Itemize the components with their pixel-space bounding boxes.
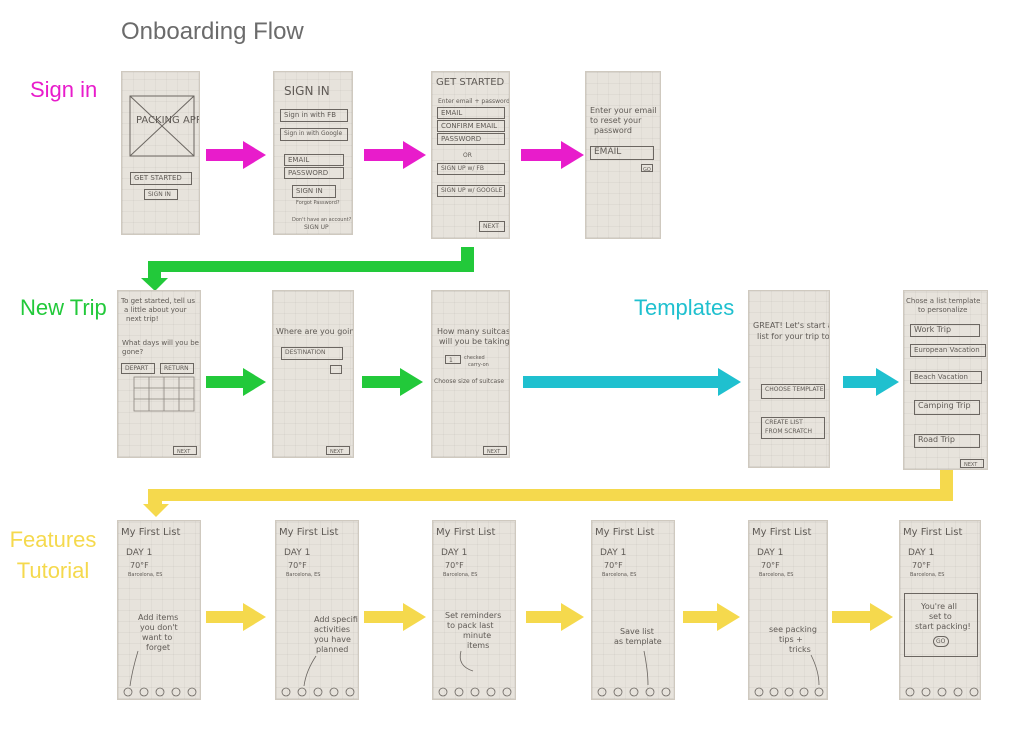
sketch-feature-all-set: My First List DAY 1 70°F Barcelona, ES Y… — [899, 520, 981, 700]
sketch-feature-add-items: My First List DAY 1 70°F Barcelona, ES A… — [117, 520, 201, 700]
arrow-s3-s4 — [521, 141, 584, 169]
sketch-start-line1: GREAT! Let's start a — [753, 321, 830, 330]
arrow-s2-s3 — [364, 141, 426, 169]
sketch-suitcases-size: Choose size of suitcase — [434, 378, 505, 385]
sketch-sign-in-button: SIGN IN — [292, 185, 336, 198]
sketch-sign-in-link: SIGN IN — [144, 189, 178, 200]
arrow-t2-t3 — [362, 368, 423, 396]
templates-arrows — [523, 368, 899, 396]
sketch-start-line2: list for your trip to — [757, 332, 830, 341]
sketch-template-next: NEXT — [960, 459, 984, 468]
sketch-suitcases-carry-on: carry-on — [468, 362, 489, 368]
sketch-get-started-title: GET STARTED — [436, 77, 505, 88]
sketch-feature-tips: My First List DAY 1 70°F Barcelona, ES s… — [748, 520, 828, 700]
sketch-feature-reminders: My First List DAY 1 70°F Barcelona, ES S… — [432, 520, 516, 700]
sign-in-arrows — [206, 141, 584, 169]
sketch-f3-toolbar — [438, 650, 512, 697]
new-trip-connector — [141, 247, 474, 291]
arrow-f1-f2 — [206, 603, 266, 631]
sketch-get-started: GET STARTED Enter email + password EMAIL… — [431, 71, 510, 239]
sketch-sign-in-google: Sign in with Google — [280, 128, 348, 141]
sketch-reset-password: Enter your email to reset your password … — [585, 71, 661, 239]
sketch-dest-question: Where are you going? — [276, 327, 354, 336]
sketch-reset-line3: password — [594, 126, 632, 135]
sketch-destination: Where are you going? DESTINATION NEXT — [272, 290, 354, 458]
arrow-f2-f3 — [364, 603, 426, 631]
arrow-s1-s2 — [206, 141, 266, 169]
connector-to-new-trip — [148, 247, 474, 279]
sketch-create-line1: CREATE LIST — [765, 419, 803, 426]
sketch-sign-up-link: SIGN UP — [304, 224, 329, 231]
arrow-f3-f4 — [526, 603, 584, 631]
sketch-trip-calendar — [133, 376, 195, 412]
connector-to-features — [148, 470, 953, 505]
sketch-f2-toolbar — [281, 655, 355, 697]
sketch-sign-in: SIGN IN Sign in with FB Sign in with Goo… — [273, 71, 353, 235]
sketch-suitcases-next: NEXT — [483, 446, 507, 455]
sketch-f5-toolbar — [754, 654, 824, 697]
sketch-sign-in-title: SIGN IN — [284, 84, 330, 98]
arrow-p1-p2 — [843, 368, 899, 396]
sketch-sign-in-fb: Sign in with FB — [280, 109, 348, 122]
sketch-trip-next: NEXT — [173, 446, 197, 455]
arrow-f5-f6 — [832, 603, 893, 631]
sketch-sign-in-email: EMAIL — [284, 154, 344, 166]
sketch-template-camping: Camping Trip — [914, 400, 980, 415]
sketch-splash: PACKING APP GET STARTED SIGN IN — [121, 71, 200, 235]
sketch-template-road-trip: Road Trip — [914, 434, 980, 448]
sketch-template-title: Chose a list template — [906, 297, 981, 305]
sketch-f6-toolbar — [905, 687, 979, 697]
arrow-f4-f5 — [683, 603, 740, 631]
sketch-choose-template: CHOOSE TEMPLATE — [761, 384, 825, 399]
sketch-template-european: European Vacation — [910, 344, 986, 357]
sketch-splash-logo: PACKING APP — [136, 115, 200, 126]
sketch-dest-go — [330, 365, 342, 374]
arrow-t1-t2 — [206, 368, 266, 396]
sketch-splash-logo-box — [129, 95, 195, 157]
sketch-trip-dates: To get started, tell us a little about y… — [117, 290, 201, 458]
sketch-gs-fb: SIGN UP w/ FB — [437, 163, 505, 175]
sketch-get-started-button: GET STARTED — [130, 172, 192, 185]
sketch-start-list: GREAT! Let's start a list for your trip … — [748, 290, 830, 468]
sketch-gs-password: PASSWORD — [437, 133, 505, 145]
features-connector — [143, 470, 953, 517]
sketch-reset-email: EMAIL — [590, 146, 654, 160]
sketch-gs-next: NEXT — [479, 221, 505, 232]
sketch-suitcases-q1: How many suitcases — [437, 327, 510, 336]
sketch-sign-in-password: PASSWORD — [284, 167, 344, 179]
sketch-reset-go: GO — [641, 164, 653, 172]
sketch-gs-google: SIGN UP w/ GOOGLE — [437, 185, 505, 197]
sketch-dest-next: NEXT — [326, 446, 350, 455]
sketch-f4-toolbar — [597, 650, 671, 697]
sketch-create-line2: FROM SCRATCH — [765, 428, 813, 435]
arrow-t3-p1 — [523, 368, 741, 396]
sketch-suitcases-count: 1 — [445, 355, 461, 364]
sketch-choose-template: Chose a list template to personalize Wor… — [903, 290, 988, 470]
sketch-forgot-password: Forgot Password? — [296, 200, 340, 206]
sketch-template-title2: to personalize — [918, 306, 968, 314]
sketch-gs-or: OR — [463, 152, 472, 159]
sketch-f1-toolbar — [123, 650, 197, 697]
sketch-get-started-hint: Enter email + password — [438, 98, 510, 105]
sketch-feature-save-template: My First List DAY 1 70°F Barcelona, ES S… — [591, 520, 675, 700]
sketch-reset-line1: Enter your email — [590, 106, 657, 115]
sketch-feature-activities: My First List DAY 1 70°F Barcelona, ES A… — [275, 520, 359, 700]
sketch-template-work-trip: Work Trip — [910, 324, 980, 337]
sketch-reset-line2: to reset your — [590, 116, 642, 125]
sketch-suitcases: How many suitcases will you be taking? 1… — [431, 290, 510, 458]
sketch-suitcases-q2: will you be taking? — [439, 337, 510, 346]
sketch-create-from-scratch: CREATE LIST FROM SCRATCH — [761, 417, 825, 439]
sketch-template-beach: Beach Vacation — [910, 371, 982, 384]
sketch-gs-confirm-email: CONFIRM EMAIL — [437, 120, 505, 132]
sketch-dest-input: DESTINATION — [281, 347, 343, 360]
sketch-gs-email: EMAIL — [437, 107, 505, 119]
connector-head-features — [143, 504, 169, 517]
